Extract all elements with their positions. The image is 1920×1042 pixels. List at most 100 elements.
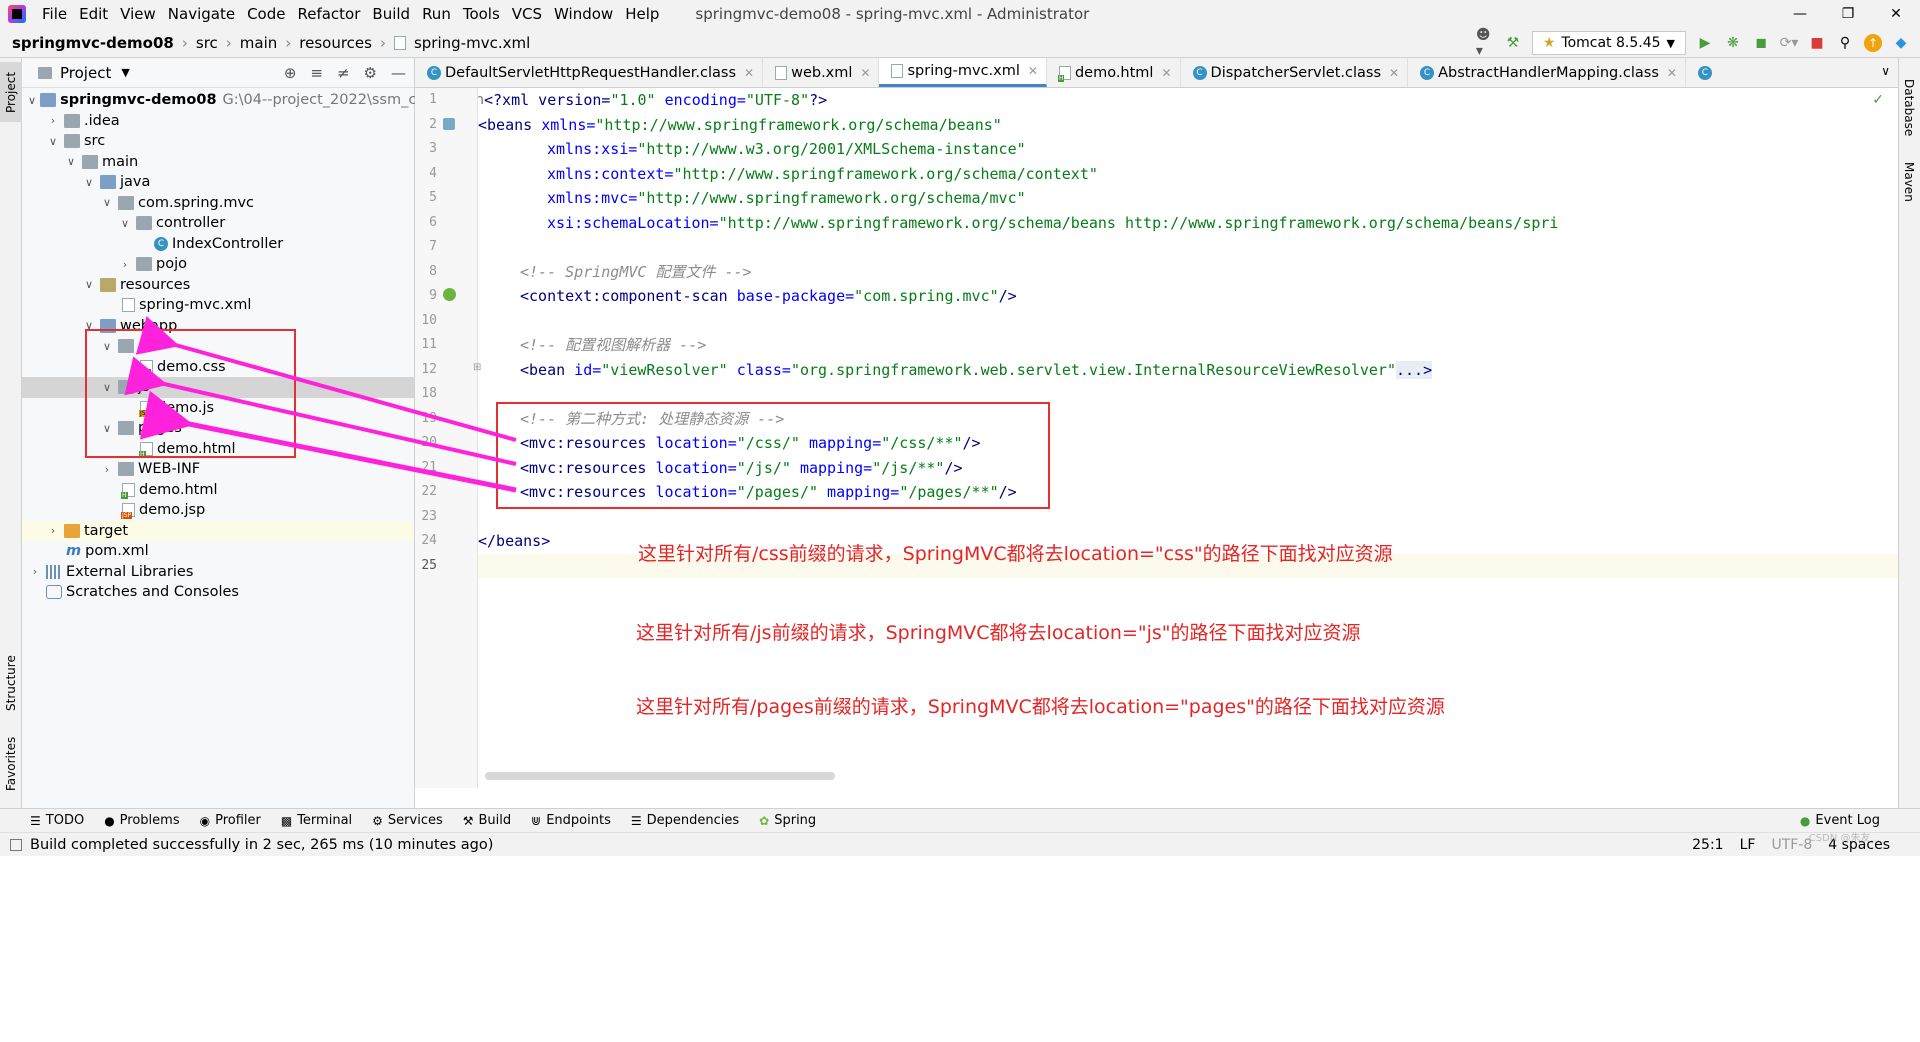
tree-item-idea[interactable]: › .idea [22, 111, 414, 132]
tree-item-pom[interactable]: m pom.xml [22, 541, 414, 562]
tree-item-java[interactable]: ∨ java [22, 172, 414, 193]
chevron-down-icon[interactable]: ▼ [121, 66, 129, 79]
close-icon[interactable]: ✕ [1161, 66, 1171, 80]
tree-item-src[interactable]: ∨ src [22, 131, 414, 152]
file-encoding[interactable]: UTF-8 [1771, 837, 1812, 853]
tree-item-external-libraries[interactable]: › External Libraries [22, 562, 414, 583]
tree-item-spring-mvc-xml[interactable]: spring-mvc.xml [22, 295, 414, 316]
gear-icon[interactable]: ⚙ [364, 64, 377, 82]
chevron-down-icon[interactable]: ∨ [100, 196, 114, 209]
tab-web-xml[interactable]: web.xml ✕ [763, 58, 880, 87]
menu-tools[interactable]: Tools [457, 5, 506, 23]
chevron-right-icon[interactable]: › [28, 565, 42, 578]
tool-spring[interactable]: ✿ Spring [749, 813, 826, 828]
locate-icon[interactable]: ⊕ [284, 64, 297, 82]
chevron-right-icon[interactable]: › [46, 114, 60, 127]
tree-item-webapp-demo-html[interactable]: H demo.html [22, 480, 414, 501]
expand-all-icon[interactable]: ≡ [310, 64, 323, 82]
restore-icon[interactable]: ❐ [1824, 0, 1872, 28]
tree-item-scratches[interactable]: Scratches and Consoles [22, 582, 414, 603]
run-configuration-select[interactable]: ★ Tomcat 8.5.45 ▼ [1531, 31, 1686, 55]
menu-view[interactable]: View [114, 5, 162, 23]
tree-item-indexcontroller[interactable]: C IndexController [22, 234, 414, 255]
breadcrumb-resources[interactable]: resources [295, 34, 376, 52]
close-icon[interactable]: ✕ [860, 66, 870, 80]
tool-event-log[interactable]: ● Event Log [1790, 813, 1890, 828]
chevron-down-icon[interactable]: ∨ [46, 135, 60, 148]
line-separator[interactable]: LF [1740, 837, 1756, 853]
chevron-down-icon[interactable]: ∨ [28, 94, 36, 107]
toolbox-icon[interactable]: ◆ [1892, 34, 1910, 52]
tree-item-resources[interactable]: ∨ resources [22, 275, 414, 296]
tree-item-web-inf[interactable]: › WEB-INF [22, 459, 414, 480]
tree-item-target[interactable]: › target [22, 520, 414, 541]
menu-help[interactable]: Help [619, 5, 665, 23]
close-icon[interactable]: ✕ [1389, 66, 1399, 80]
menu-run[interactable]: Run [416, 5, 457, 23]
tree-item-demo-jsp[interactable]: JSP demo.jsp [22, 500, 414, 521]
close-window-icon[interactable]: ✕ [1872, 0, 1920, 28]
breadcrumb-project[interactable]: springmvc-demo08 [8, 34, 178, 52]
tree-item-main[interactable]: ∨ main [22, 152, 414, 173]
tab-abstracthandlermapping[interactable]: C AbstractHandlerMapping.class ✕ [1408, 58, 1686, 87]
search-icon[interactable]: ⚲ [1836, 34, 1854, 52]
chevron-right-icon[interactable]: › [46, 524, 60, 537]
tree-item-project-root[interactable]: ∨ springmvc-demo08 G:\04--project_2022\s… [22, 90, 484, 111]
menu-window[interactable]: Window [548, 5, 619, 23]
inspection-ok-icon[interactable]: ✓ [1872, 92, 1884, 108]
tool-endpoints[interactable]: ⋓ Endpoints [521, 813, 621, 828]
favorites-tool-tab[interactable]: Favorites [0, 734, 22, 794]
chevron-right-icon[interactable]: › [100, 463, 114, 476]
chevron-down-icon[interactable]: ∨ [82, 278, 96, 291]
menu-build[interactable]: Build [366, 5, 416, 23]
collapse-all-icon[interactable]: ≠ [337, 64, 350, 82]
spring-scan-gutter-icon[interactable] [443, 288, 456, 301]
spring-bean-gutter-icon[interactable] [443, 118, 455, 130]
status-message[interactable]: Build completed successfully in 2 sec, 2… [30, 837, 493, 853]
tab-demo-html[interactable]: H demo.html ✕ [1047, 58, 1181, 87]
status-toggle-icon[interactable] [10, 838, 22, 851]
menu-code[interactable]: Code [241, 5, 291, 23]
maven-tool-tab[interactable]: Maven [1898, 154, 1920, 210]
tool-terminal[interactable]: ▩ Terminal [271, 813, 362, 828]
breadcrumb-file[interactable]: spring-mvc.xml [410, 34, 534, 52]
chevron-right-icon[interactable]: › [118, 258, 132, 271]
chevron-down-icon[interactable]: ∨ [82, 176, 96, 189]
tab-spring-mvc-xml[interactable]: spring-mvc.xml ✕ [879, 58, 1047, 87]
project-tool-tab[interactable]: Project [0, 62, 22, 122]
tabs-dropdown-icon[interactable]: ∨ [1881, 64, 1890, 78]
minimize-icon[interactable]: — [1776, 0, 1824, 28]
profile-icon[interactable]: ⟳▾ [1780, 34, 1799, 52]
tool-services[interactable]: ⚙ Services [362, 813, 453, 828]
menu-file[interactable]: File [36, 5, 73, 23]
debug-icon[interactable]: ❋ [1724, 34, 1742, 52]
hide-icon[interactable]: — [391, 64, 406, 82]
tree-item-pojo[interactable]: › pojo [22, 254, 414, 275]
menu-refactor[interactable]: Refactor [291, 5, 366, 23]
menu-navigate[interactable]: Navigate [162, 5, 241, 23]
tree-item-controller[interactable]: ∨ controller [22, 213, 414, 234]
close-icon[interactable]: ✕ [1028, 64, 1038, 78]
run-icon[interactable]: ▶ [1696, 34, 1714, 52]
tool-profiler[interactable]: ◉ Profiler [190, 813, 271, 828]
build-hammer-icon[interactable]: ⚒ [1504, 34, 1522, 52]
tab-overflow[interactable]: C [1686, 58, 1724, 87]
structure-tool-tab[interactable]: Structure [0, 648, 22, 718]
close-icon[interactable]: ✕ [744, 66, 754, 80]
horizontal-scrollbar[interactable] [485, 772, 835, 780]
tool-build[interactable]: ⚒ Build [453, 813, 521, 828]
tab-dispatcherservlet[interactable]: C DispatcherServlet.class ✕ [1181, 58, 1409, 87]
breadcrumb-src[interactable]: src [192, 34, 222, 52]
chevron-down-icon[interactable]: ∨ [64, 155, 78, 168]
tool-dependencies[interactable]: ☰ Dependencies [621, 813, 749, 828]
update-icon[interactable]: ↑ [1864, 34, 1882, 52]
breadcrumb-main[interactable]: main [236, 34, 281, 52]
tree-item-package[interactable]: ∨ com.spring.mvc [22, 193, 414, 214]
chevron-down-icon[interactable]: ∨ [118, 217, 132, 230]
tool-problems[interactable]: ● Problems [94, 813, 189, 828]
menu-vcs[interactable]: VCS [506, 5, 548, 23]
stop-icon[interactable]: ■ [1808, 34, 1826, 52]
menu-edit[interactable]: Edit [73, 5, 114, 23]
tool-todo[interactable]: ☰ TODO [20, 813, 94, 828]
close-icon[interactable]: ✕ [1667, 66, 1677, 80]
